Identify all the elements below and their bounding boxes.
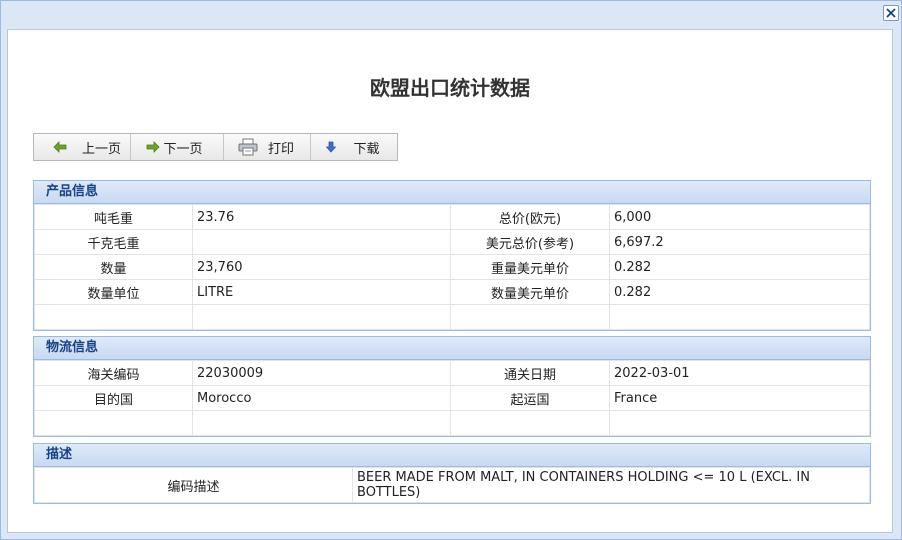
toolbar: 上一页 下一页 打印 下载 <box>33 133 398 161</box>
field-value <box>192 229 451 255</box>
table-row: 目的国 Morocco 起运国 France <box>34 385 870 411</box>
table-row: 海关编码 22030009 通关日期 2022-03-01 <box>34 360 870 386</box>
field-value: 23,760 <box>192 254 451 280</box>
table-row <box>34 410 870 436</box>
field-value: Morocco <box>192 385 451 411</box>
field-value: LITRE <box>192 279 451 305</box>
field-value <box>609 410 870 436</box>
down-arrow-icon <box>323 139 339 155</box>
description-table: 编码描述 BEER MADE FROM MALT, IN CONTAINERS … <box>34 467 870 503</box>
field-label: 总价(欧元) <box>450 204 610 230</box>
field-label: 千克毛重 <box>34 229 193 255</box>
next-page-label: 下一页 <box>163 141 203 157</box>
right-arrow-icon <box>145 139 161 155</box>
dialog-content: 欧盟出口统计数据 上一页 下一页 打印 下载 产品信息 吨毛重 23.76 总价… <box>7 29 893 533</box>
table-row: 数量单位 LITRE 数量美元单价 0.282 <box>34 279 870 305</box>
field-label: 海关编码 <box>34 360 193 386</box>
field-value: 23.76 <box>192 204 451 230</box>
table-row: 数量 23,760 重量美元单价 0.282 <box>34 254 870 280</box>
description-panel: 描述 编码描述 BEER MADE FROM MALT, IN CONTAINE… <box>33 443 871 504</box>
panel-header: 物流信息 <box>34 337 870 360</box>
download-button[interactable]: 下载 <box>311 134 397 160</box>
print-button[interactable]: 打印 <box>224 134 312 160</box>
field-label: 重量美元单价 <box>450 254 610 280</box>
prev-page-label: 上一页 <box>82 141 122 157</box>
table-row: 编码描述 BEER MADE FROM MALT, IN CONTAINERS … <box>34 467 870 503</box>
field-value <box>609 304 870 330</box>
page-title: 欧盟出口统计数据 <box>370 76 530 100</box>
panel-header: 产品信息 <box>34 181 870 204</box>
table-row: 千克毛重 美元总价(参考) 6,697.2 <box>34 229 870 255</box>
field-label: 数量 <box>34 254 193 280</box>
table-row <box>34 304 870 330</box>
field-value: 2022-03-01 <box>609 360 870 386</box>
field-label: 美元总价(参考) <box>450 229 610 255</box>
field-value: 0.282 <box>609 279 870 305</box>
field-label <box>34 304 193 330</box>
field-label: 目的国 <box>34 385 193 411</box>
prev-page-button[interactable]: 上一页 <box>34 134 132 160</box>
logistics-info-panel: 物流信息 海关编码 22030009 通关日期 2022-03-01 目的国 M… <box>33 336 871 437</box>
field-label: 数量美元单价 <box>450 279 610 305</box>
field-value: 0.282 <box>609 254 870 280</box>
next-page-button[interactable]: 下一页 <box>131 134 224 160</box>
left-arrow-icon <box>52 139 68 155</box>
field-value: 6,000 <box>609 204 870 230</box>
panel-header: 描述 <box>34 444 870 467</box>
field-value <box>192 410 451 436</box>
table-row: 吨毛重 23.76 总价(欧元) 6,000 <box>34 204 870 230</box>
close-button[interactable] <box>883 5 899 21</box>
field-value: France <box>609 385 870 411</box>
download-label: 下载 <box>353 141 380 157</box>
field-value: BEER MADE FROM MALT, IN CONTAINERS HOLDI… <box>352 467 870 503</box>
field-value <box>192 304 451 330</box>
field-label: 通关日期 <box>450 360 610 386</box>
field-label: 数量单位 <box>34 279 193 305</box>
field-value: 22030009 <box>192 360 451 386</box>
field-label: 编码描述 <box>34 467 353 503</box>
dialog-window: 欧盟出口统计数据 上一页 下一页 打印 下载 产品信息 吨毛重 23.76 总价… <box>0 0 902 540</box>
field-label <box>34 410 193 436</box>
product-info-panel: 产品信息 吨毛重 23.76 总价(欧元) 6,000 千克毛重 美元总价(参考… <box>33 180 871 331</box>
product-info-table: 吨毛重 23.76 总价(欧元) 6,000 千克毛重 美元总价(参考) 6,6… <box>34 204 870 330</box>
close-icon <box>886 8 896 18</box>
printer-icon <box>238 138 258 156</box>
field-label <box>450 410 610 436</box>
logistics-info-table: 海关编码 22030009 通关日期 2022-03-01 目的国 Morocc… <box>34 360 870 436</box>
print-label: 打印 <box>267 141 294 157</box>
field-value: 6,697.2 <box>609 229 870 255</box>
field-label: 吨毛重 <box>34 204 193 230</box>
field-label <box>450 304 610 330</box>
field-label: 起运国 <box>450 385 610 411</box>
